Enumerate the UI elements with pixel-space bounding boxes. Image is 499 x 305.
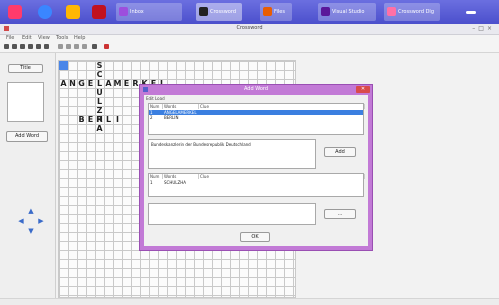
ok-button[interactable]: OK xyxy=(240,232,270,242)
dialog-body: Edit Load Num Words Clue 1 ANGELAMERKEL … xyxy=(144,95,368,246)
copy-icon[interactable] xyxy=(44,44,49,49)
taskbar: Inbox Crossword Files Visual Studio Cros… xyxy=(0,0,499,24)
arrow-left-icon[interactable]: ◀ xyxy=(18,218,24,225)
grid-letter[interactable]: M xyxy=(113,79,122,88)
grid-letter[interactable]: S xyxy=(95,61,104,70)
browser-icon[interactable] xyxy=(38,5,52,19)
direction-pad: ▲ ◀ ▶ ▼ xyxy=(18,208,44,235)
taskbar-item-label: Inbox xyxy=(130,9,144,15)
taskbar-item-crossword-dialog[interactable]: Crossword Dlg xyxy=(384,3,440,21)
row-word: BERLIN xyxy=(164,115,179,120)
column-header: Clue xyxy=(199,104,365,109)
clue-textbox[interactable]: Bundeskanzlerin der Bundesrepublik Deuts… xyxy=(148,139,316,169)
grid-letter[interactable]: E xyxy=(86,79,95,88)
taskbar-item-label: Crossword xyxy=(210,9,236,15)
new-icon[interactable] xyxy=(4,44,9,49)
clue-textbox-2[interactable] xyxy=(148,203,316,225)
taskbar-item-visual-studio[interactable]: Visual Studio xyxy=(318,3,376,21)
add-button[interactable]: Add xyxy=(324,147,356,157)
row-num: 1 xyxy=(150,180,153,185)
grid-icon[interactable] xyxy=(92,44,97,49)
find-icon[interactable] xyxy=(74,44,79,49)
dialog-title: Add Word xyxy=(243,86,269,92)
cut-icon[interactable] xyxy=(36,44,41,49)
grid-letter[interactable]: U xyxy=(95,88,104,97)
taskbar-item-label: Visual Studio xyxy=(332,9,365,15)
grid-letter[interactable]: I xyxy=(113,115,122,124)
files-icon xyxy=(263,7,272,16)
column-header: Num xyxy=(149,104,163,109)
taskbar-item-files[interactable]: Files xyxy=(260,3,292,21)
taskbar-item-label: Crossword Dlg xyxy=(398,9,434,15)
grid-letter[interactable]: N xyxy=(68,79,77,88)
arrow-down-icon[interactable]: ▼ xyxy=(28,228,34,235)
left-panel: Title Add Word ▲ ◀ ▶ ▼ xyxy=(0,53,56,304)
menu-view[interactable]: View xyxy=(38,35,50,42)
words-table-2[interactable]: Num Words Clue 1 SCHULZHA xyxy=(148,173,365,197)
menu-help[interactable]: Help xyxy=(74,35,85,42)
dialog-menu[interactable]: Edit Load xyxy=(146,96,165,101)
menubar: File Edit View Tools Help xyxy=(0,35,499,42)
grid-letter[interactable]: B xyxy=(77,115,86,124)
dialog-icon xyxy=(387,7,396,16)
redo-icon[interactable] xyxy=(66,44,71,49)
zoom-icon[interactable] xyxy=(82,44,87,49)
grid-letter[interactable]: L xyxy=(95,79,104,88)
grid-letter[interactable]: E xyxy=(86,115,95,124)
grid-letter[interactable]: L xyxy=(95,97,104,106)
visual-studio-icon xyxy=(321,7,330,16)
start-menu-icon[interactable] xyxy=(8,5,22,19)
arrow-up-icon[interactable]: ▲ xyxy=(28,208,34,215)
window-title: Crossword xyxy=(236,25,263,31)
grid-letter[interactable]: A xyxy=(95,124,104,133)
toolbar xyxy=(0,42,499,53)
save-icon[interactable] xyxy=(20,44,25,49)
grid-letter[interactable]: R xyxy=(95,115,104,124)
tray-icon[interactable] xyxy=(466,11,476,14)
folder-icon[interactable] xyxy=(66,5,80,19)
column-header: Clue xyxy=(199,174,365,179)
title-button[interactable]: Title xyxy=(8,64,43,73)
words-table[interactable]: Num Words Clue 1 ANGELAMERKEL 2 BERLIN xyxy=(148,103,365,135)
grid-letter[interactable]: E xyxy=(122,79,131,88)
taskbar-item-crossword[interactable]: Crossword xyxy=(196,3,242,21)
menu-file[interactable]: File xyxy=(6,35,14,42)
grid-letter[interactable]: A xyxy=(104,79,113,88)
grid-letter[interactable]: A xyxy=(59,79,68,88)
mail-icon xyxy=(119,7,128,16)
taskbar-item-label: Files xyxy=(274,9,285,15)
column-header: Words xyxy=(163,174,199,179)
app-icon xyxy=(199,7,208,16)
row-word: SCHULZHA xyxy=(164,180,186,185)
close-button[interactable]: ✕ xyxy=(356,86,370,93)
column-header: Num xyxy=(149,174,163,179)
table-row[interactable]: 2 BERLIN xyxy=(149,115,363,120)
selected-cell[interactable] xyxy=(59,61,68,70)
undo-icon[interactable] xyxy=(58,44,63,49)
row-num: 2 xyxy=(150,115,153,120)
column-header: Words xyxy=(163,104,199,109)
clue-text: Bundeskanzlerin der Bundesrepublik Deuts… xyxy=(151,142,251,147)
add-word-dialog: Add Word ✕ Edit Load Num Words Clue 1 AN… xyxy=(139,84,373,251)
add-word-button[interactable]: Add Word xyxy=(6,131,48,142)
window-titlebar: Crossword –□× xyxy=(0,24,499,35)
media-icon[interactable] xyxy=(92,5,106,19)
taskbar-item-inbox[interactable]: Inbox xyxy=(116,3,182,21)
small-button[interactable]: ... xyxy=(324,209,356,219)
grid-letter[interactable]: L xyxy=(104,115,113,124)
open-icon[interactable] xyxy=(12,44,17,49)
arrow-right-icon[interactable]: ▶ xyxy=(38,218,44,225)
word-listbox[interactable] xyxy=(7,82,44,122)
grid-letter[interactable]: Z xyxy=(95,106,104,115)
print-icon[interactable] xyxy=(28,44,33,49)
window-controls[interactable]: –□× xyxy=(472,25,495,32)
stop-icon[interactable] xyxy=(104,44,109,49)
table-row[interactable]: 1 SCHULZHA xyxy=(149,180,363,185)
grid-letter[interactable]: G xyxy=(77,79,86,88)
grid-letter[interactable]: C xyxy=(95,70,104,79)
menu-edit[interactable]: Edit xyxy=(22,35,32,42)
menu-tools[interactable]: Tools xyxy=(56,35,68,42)
